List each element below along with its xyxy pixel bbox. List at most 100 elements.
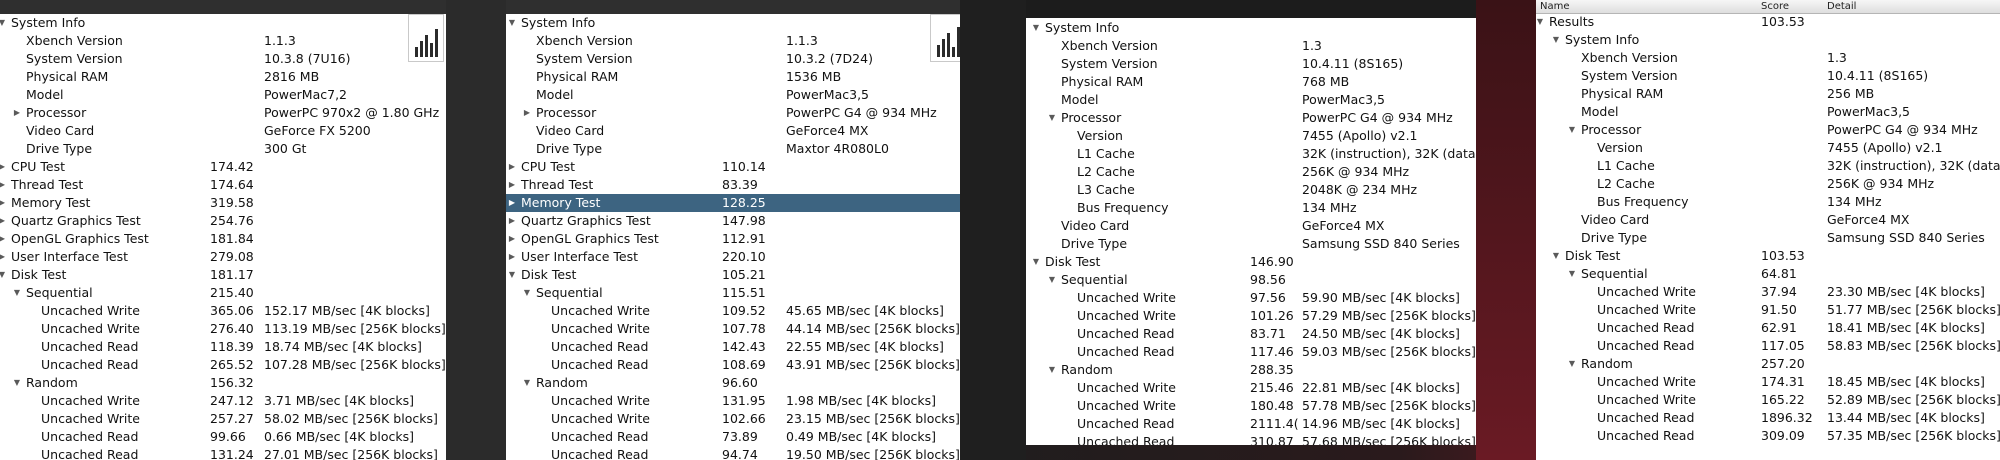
outline-row[interactable]: Uncached Write 276.40 113.19 MB/sec [256K … xyxy=(0,320,446,338)
outline-row[interactable]: Model PowerMac3,5 xyxy=(1536,103,2000,121)
outline-row[interactable]: ▶ Thread Test 83.39 xyxy=(506,176,960,194)
disclosure-expanded-icon[interactable]: ▼ xyxy=(522,374,532,392)
outline-row[interactable]: Drive Type Maxtor 4R080L0 xyxy=(506,140,960,158)
disclosure-expanded-icon[interactable]: ▼ xyxy=(507,266,517,284)
disclosure-collapsed-icon[interactable]: ▶ xyxy=(0,230,7,248)
outline-row[interactable]: Drive Type 300 Gt xyxy=(0,140,446,158)
outline-row[interactable]: ▶ OpenGL Graphics Test 112.91 xyxy=(506,230,960,248)
outline-row[interactable]: System Version 10.4.11 (8S165) xyxy=(1536,67,2000,85)
outline-row[interactable]: Uncached Write 131.95 1.98 MB/sec [4K bloc… xyxy=(506,392,960,410)
outline-row[interactable]: Uncached Write 215.46 22.81 MB/sec [4K blo… xyxy=(1026,379,1476,397)
outline-row[interactable]: Uncached Write 165.22 52.89 MB/sec [256K b… xyxy=(1536,391,2000,409)
outline-row[interactable]: L2 Cache 256K @ 934 MHz xyxy=(1536,175,2000,193)
outline-row[interactable]: ▼ Sequential 64.81 xyxy=(1536,265,2000,283)
column-header-detail[interactable]: Detail xyxy=(1827,0,1856,13)
disclosure-expanded-icon[interactable]: ▼ xyxy=(1567,265,1577,283)
disclosure-expanded-icon[interactable]: ▼ xyxy=(507,14,517,32)
outline-row[interactable]: ▼ Random 156.32 xyxy=(0,374,446,392)
outline-row[interactable]: Uncached Write 365.06 152.17 MB/sec [4K bl… xyxy=(0,302,446,320)
outline-row[interactable]: ▼ Sequential 115.51 xyxy=(506,284,960,302)
disclosure-expanded-icon[interactable]: ▼ xyxy=(0,14,7,32)
outline-row[interactable]: ▶ User Interface Test 220.10 xyxy=(506,248,960,266)
disclosure-collapsed-icon[interactable]: ▶ xyxy=(0,248,7,266)
column-header-name[interactable]: Name xyxy=(1540,0,1570,13)
outline-row[interactable]: Uncached Read 83.71 24.50 MB/sec [4K block… xyxy=(1026,325,1476,343)
outline-row[interactable]: ▼ Disk Test 105.21 xyxy=(506,266,960,284)
outline-row[interactable]: ▼ Disk Test 103.53 xyxy=(1536,247,2000,265)
disclosure-collapsed-icon[interactable]: ▶ xyxy=(507,212,517,230)
outline-row[interactable]: Uncached Read 118.39 18.74 MB/sec [4K bloc… xyxy=(0,338,446,356)
disclosure-collapsed-icon[interactable]: ▶ xyxy=(12,104,22,122)
outline-row[interactable]: System Version 10.4.11 (8S165) xyxy=(1026,55,1476,73)
outline-row[interactable]: Video Card GeForce FX 5200 xyxy=(0,122,446,140)
outline-row[interactable]: Physical RAM 2816 MB xyxy=(0,68,446,86)
outline-row[interactable]: Uncached Write 174.31 18.45 MB/sec [4K blo… xyxy=(1536,373,2000,391)
outline-row[interactable]: Xbench Version 1.1.3 xyxy=(0,32,446,50)
outline-row[interactable]: ▶ CPU Test 110.14 xyxy=(506,158,960,176)
disclosure-collapsed-icon[interactable]: ▶ xyxy=(0,158,7,176)
outline-row[interactable]: ▼ Random 257.20 xyxy=(1536,355,2000,373)
disclosure-expanded-icon[interactable]: ▼ xyxy=(1567,355,1577,373)
outline-row[interactable]: Video Card GeForce4 MX xyxy=(1026,217,1476,235)
outline-row[interactable]: ▶ Quartz Graphics Test 254.76 xyxy=(0,212,446,230)
outline-row[interactable]: Model PowerMac3,5 xyxy=(1026,91,1476,109)
disclosure-collapsed-icon[interactable]: ▶ xyxy=(0,194,7,212)
outline-row[interactable]: L2 Cache 256K @ 934 MHz xyxy=(1026,163,1476,181)
outline-row[interactable]: ▶ User Interface Test 279.08 xyxy=(0,248,446,266)
outline-row[interactable]: L1 Cache 32K (instruction), 32K (data) xyxy=(1536,157,2000,175)
outline-row[interactable]: Uncached Write 102.66 23.15 MB/sec [256K b… xyxy=(506,410,960,428)
outline-row[interactable]: System Version 10.3.8 (7U16) xyxy=(0,50,446,68)
outline-row[interactable]: Uncached Read 94.74 19.50 MB/sec [256K blo… xyxy=(506,446,960,460)
outline-row[interactable]: Uncached Read 117.05 58.83 MB/sec [256K bl… xyxy=(1536,337,2000,355)
disclosure-collapsed-icon[interactable]: ▶ xyxy=(0,212,7,230)
outline-row[interactable]: Uncached Write 37.94 23.30 MB/sec [4K bloc… xyxy=(1536,283,2000,301)
outline-row[interactable]: Version 7455 (Apollo) v2.1 xyxy=(1026,127,1476,145)
disclosure-collapsed-icon[interactable]: ▶ xyxy=(507,230,517,248)
disclosure-expanded-icon[interactable]: ▼ xyxy=(12,374,22,392)
disclosure-expanded-icon[interactable]: ▼ xyxy=(12,284,22,302)
disclosure-expanded-icon[interactable]: ▼ xyxy=(1047,271,1057,289)
outline-row[interactable]: Uncached Read 99.66 0.66 MB/sec [4K blocks… xyxy=(0,428,446,446)
outline-row[interactable]: Uncached Write 107.78 44.14 MB/sec [256K b… xyxy=(506,320,960,338)
outline-row[interactable]: ▼ System Info xyxy=(1026,19,1476,37)
outline-row[interactable]: Drive Type Samsung SSD 840 Series xyxy=(1026,235,1476,253)
outline-row[interactable]: System Version 10.3.2 (7D24) xyxy=(506,50,960,68)
outline-row[interactable]: Uncached Read 131.24 27.01 MB/sec [256K bl… xyxy=(0,446,446,460)
outline-row[interactable]: L1 Cache 32K (instruction), 32K (data) xyxy=(1026,145,1476,163)
outline-row[interactable]: ▶ Memory Test 128.25 xyxy=(506,194,960,212)
outline-row[interactable]: ▼ Random 96.60 xyxy=(506,374,960,392)
outline-row[interactable]: ▶ Processor PowerPC 970x2 @ 1.80 GHz xyxy=(0,104,446,122)
disclosure-collapsed-icon[interactable]: ▶ xyxy=(507,194,517,212)
outline-row[interactable]: ▼ System Info xyxy=(0,14,446,32)
disclosure-expanded-icon[interactable]: ▼ xyxy=(1047,109,1057,127)
outline-row[interactable]: Uncached Read 62.91 18.41 MB/sec [4K block… xyxy=(1536,319,2000,337)
disclosure-collapsed-icon[interactable]: ▶ xyxy=(507,176,517,194)
outline-row[interactable]: Uncached Write 257.27 58.02 MB/sec [256K b… xyxy=(0,410,446,428)
disclosure-collapsed-icon[interactable]: ▶ xyxy=(507,158,517,176)
outline-row[interactable]: ▶ CPU Test 174.42 xyxy=(0,158,446,176)
disclosure-expanded-icon[interactable]: ▼ xyxy=(1047,361,1057,379)
disclosure-collapsed-icon[interactable]: ▶ xyxy=(522,104,532,122)
outline-row[interactable]: Uncached Read 310.87 57.68 MB/sec [256K bl… xyxy=(1026,433,1476,445)
outline-row[interactable]: Uncached Write 180.48 57.78 MB/sec [256K b… xyxy=(1026,397,1476,415)
outline-row[interactable]: Model PowerMac7,2 xyxy=(0,86,446,104)
outline-row[interactable]: Uncached Read 265.52 107.28 MB/sec [256K b… xyxy=(0,356,446,374)
disclosure-expanded-icon[interactable]: ▼ xyxy=(1031,253,1041,271)
outline-row[interactable]: ▼ Processor PowerPC G4 @ 934 MHz xyxy=(1536,121,2000,139)
disclosure-expanded-icon[interactable]: ▼ xyxy=(1551,247,1561,265)
outline-row[interactable]: Xbench Version 1.3 xyxy=(1536,49,2000,67)
outline-row[interactable]: Xbench Version 1.1.3 xyxy=(506,32,960,50)
disclosure-collapsed-icon[interactable]: ▶ xyxy=(0,176,7,194)
outline-row[interactable]: ▼ Disk Test 181.17 xyxy=(0,266,446,284)
outline-row[interactable]: Uncached Read 108.69 43.91 MB/sec [256K bl… xyxy=(506,356,960,374)
outline-row[interactable]: Video Card GeForce4 MX xyxy=(506,122,960,140)
disclosure-expanded-icon[interactable]: ▼ xyxy=(1031,19,1041,37)
outline-row[interactable]: Physical RAM 256 MB xyxy=(1536,85,2000,103)
disclosure-collapsed-icon[interactable]: ▶ xyxy=(507,248,517,266)
outline-row[interactable]: ▶ Processor PowerPC G4 @ 934 MHz xyxy=(506,104,960,122)
outline-row[interactable]: Uncached Read 1896.32 13.44 MB/sec [4K blo… xyxy=(1536,409,2000,427)
outline-row[interactable]: Uncached Write 247.12 3.71 MB/sec [4K bloc… xyxy=(0,392,446,410)
outline-row[interactable]: Xbench Version 1.3 xyxy=(1026,37,1476,55)
disclosure-expanded-icon[interactable]: ▼ xyxy=(1567,121,1577,139)
outline-row[interactable]: Video Card GeForce4 MX xyxy=(1536,211,2000,229)
